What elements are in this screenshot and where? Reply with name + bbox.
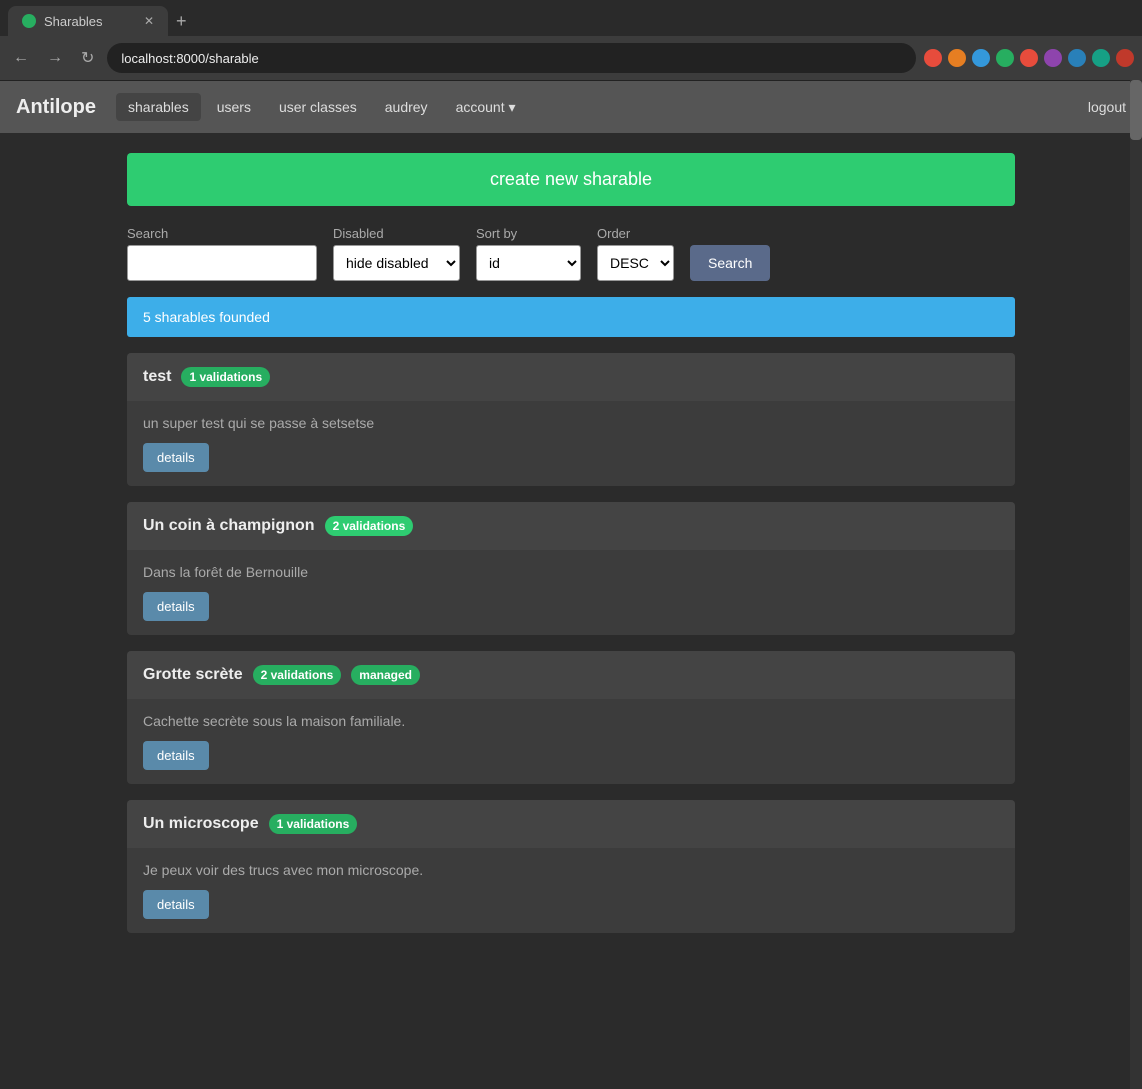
order-field-group: Order DESC ASC <box>597 226 674 281</box>
badge-teal: 2 validations <box>253 665 342 685</box>
nav-links: sharables users user classes audrey acco… <box>116 93 1088 122</box>
card-title: Un microscope <box>143 815 259 833</box>
scrollbar[interactable] <box>1130 80 1142 1089</box>
badge-green: 2 validations <box>325 516 414 536</box>
nav-link-account[interactable]: account ▾ <box>444 93 528 122</box>
sortby-field-group: Sort by id name created_at <box>476 226 581 281</box>
extension-icon-4 <box>996 49 1014 67</box>
main-content: create new sharable Search Disabled hide… <box>111 153 1031 933</box>
tab-close-button[interactable]: ✕ <box>144 14 154 28</box>
extension-icon-1 <box>924 49 942 67</box>
nav-link-audrey[interactable]: audrey <box>373 93 440 121</box>
sharable-card: Un coin à champignon 2 validations Dans … <box>127 502 1015 635</box>
app-nav: Antilope sharables users user classes au… <box>0 81 1142 133</box>
browser-chrome: Sharables ✕ + ← → ↻ <box>0 0 1142 81</box>
sharable-card: test 1 validations un super test qui se … <box>127 353 1015 486</box>
badge-teal: 1 validations <box>181 367 270 387</box>
card-description: un super test qui se passe à setsetse <box>143 415 999 431</box>
forward-button[interactable]: → <box>42 47 68 69</box>
search-input[interactable] <box>127 245 317 281</box>
card-body: Je peux voir des trucs avec mon microsco… <box>127 848 1015 933</box>
order-label: Order <box>597 226 674 241</box>
badge-managed: managed <box>351 665 420 685</box>
search-form: Search Disabled hide disabled show disab… <box>127 226 1015 281</box>
results-bar: 5 sharables founded <box>127 297 1015 337</box>
reload-button[interactable]: ↻ <box>76 46 99 70</box>
browser-icons <box>924 49 1134 67</box>
search-field-group: Search <box>127 226 317 281</box>
details-button[interactable]: details <box>143 443 209 472</box>
card-header: Un coin à champignon 2 validations <box>127 502 1015 550</box>
card-title: Un coin à champignon <box>143 517 315 535</box>
sortby-select[interactable]: id name created_at <box>476 245 581 281</box>
sharable-card: Grotte scrète 2 validations managed Cach… <box>127 651 1015 784</box>
active-tab[interactable]: Sharables ✕ <box>8 6 168 36</box>
extension-icon-8 <box>1092 49 1110 67</box>
badge-teal: 1 validations <box>269 814 358 834</box>
extension-icon-7 <box>1068 49 1086 67</box>
card-header: Un microscope 1 validations <box>127 800 1015 848</box>
card-description: Dans la forêt de Bernouille <box>143 564 999 580</box>
nav-link-user-classes[interactable]: user classes <box>267 93 369 121</box>
card-title: test <box>143 368 171 386</box>
card-description: Je peux voir des trucs avec mon microsco… <box>143 862 999 878</box>
tab-title: Sharables <box>44 14 103 29</box>
extension-icon-9 <box>1116 49 1134 67</box>
search-label: Search <box>127 226 317 241</box>
card-title: Grotte scrète <box>143 666 243 684</box>
scrollbar-thumb[interactable] <box>1130 80 1142 140</box>
details-button[interactable]: details <box>143 592 209 621</box>
sharables-list: test 1 validations un super test qui se … <box>127 353 1015 933</box>
card-body: un super test qui se passe à setsetse de… <box>127 401 1015 486</box>
app-logo: Antilope <box>16 96 96 119</box>
extension-icon-6 <box>1044 49 1062 67</box>
details-button[interactable]: details <box>143 890 209 919</box>
tab-bar: Sharables ✕ + <box>0 0 1142 36</box>
address-bar: ← → ↻ <box>0 36 1142 80</box>
card-body: Dans la forêt de Bernouille details <box>127 550 1015 635</box>
card-header: test 1 validations <box>127 353 1015 401</box>
details-button[interactable]: details <box>143 741 209 770</box>
create-sharable-button[interactable]: create new sharable <box>127 153 1015 206</box>
sortby-label: Sort by <box>476 226 581 241</box>
results-message: 5 sharables founded <box>143 309 270 325</box>
back-button[interactable]: ← <box>8 47 34 69</box>
extension-icon-3 <box>972 49 990 67</box>
order-select[interactable]: DESC ASC <box>597 245 674 281</box>
extension-icon-5 <box>1020 49 1038 67</box>
disabled-field-group: Disabled hide disabled show disabled onl… <box>333 226 460 281</box>
disabled-select[interactable]: hide disabled show disabled only disable… <box>333 245 460 281</box>
sharable-card: Un microscope 1 validations Je peux voir… <box>127 800 1015 933</box>
nav-link-sharables[interactable]: sharables <box>116 93 201 121</box>
card-body: Cachette secrète sous la maison familial… <box>127 699 1015 784</box>
nav-link-users[interactable]: users <box>205 93 263 121</box>
url-input[interactable] <box>107 43 916 73</box>
tab-favicon <box>22 14 36 28</box>
extension-icon-2 <box>948 49 966 67</box>
logout-button[interactable]: logout <box>1088 99 1126 115</box>
new-tab-button[interactable]: + <box>168 11 195 32</box>
search-button[interactable]: Search <box>690 245 770 281</box>
disabled-label: Disabled <box>333 226 460 241</box>
card-description: Cachette secrète sous la maison familial… <box>143 713 999 729</box>
card-header: Grotte scrète 2 validations managed <box>127 651 1015 699</box>
